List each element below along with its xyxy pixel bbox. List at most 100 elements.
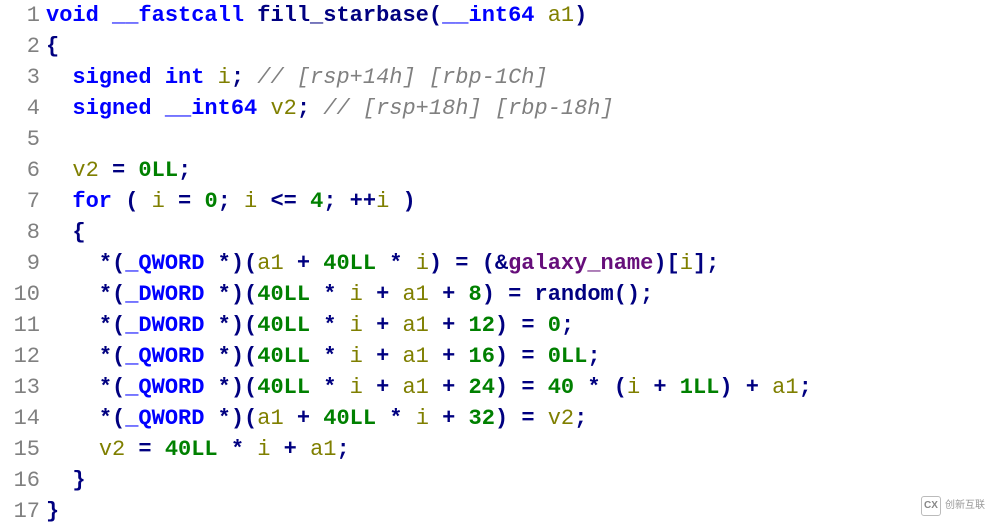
code-line[interactable]: 3 signed int i; // [rsp+14h] [rbp-1Ch] xyxy=(0,62,993,93)
local-var: i xyxy=(627,375,640,400)
code-line[interactable]: 2{ xyxy=(0,31,993,62)
number: 0LL xyxy=(138,158,178,183)
code-text[interactable]: { xyxy=(46,31,993,62)
code-line[interactable]: 4 signed __int64 v2; // [rsp+18h] [rbp-1… xyxy=(0,93,993,124)
function-call: random xyxy=(535,282,614,307)
local-var: v2 xyxy=(548,406,574,431)
keyword: void xyxy=(46,3,99,28)
function-name: fill_starbase xyxy=(257,3,429,28)
code-text[interactable]: *(_QWORD *)(40LL * i + a1 + 16) = 0LL; xyxy=(46,341,993,372)
number: 40 xyxy=(548,375,574,400)
keyword: signed xyxy=(72,65,151,90)
code-text[interactable]: for ( i = 0; i <= 4; ++i ) xyxy=(46,186,993,217)
number: 24 xyxy=(469,375,495,400)
code-line[interactable]: 12 *(_QWORD *)(40LL * i + a1 + 16) = 0LL… xyxy=(0,341,993,372)
code-text[interactable]: signed int i; // [rsp+14h] [rbp-1Ch] xyxy=(46,62,993,93)
code-text[interactable]: v2 = 40LL * i + a1; xyxy=(46,434,993,465)
line-number: 16 xyxy=(0,465,46,496)
local-var: i xyxy=(257,437,270,462)
number: 40LL xyxy=(165,437,218,462)
code-text[interactable]: *(_QWORD *)(40LL * i + a1 + 24) = 40 * (… xyxy=(46,372,993,403)
number: 40LL xyxy=(257,282,310,307)
code-text[interactable]: signed __int64 v2; // [rsp+18h] [rbp-18h… xyxy=(46,93,993,124)
number: 1LL xyxy=(680,375,720,400)
line-number: 12 xyxy=(0,341,46,372)
watermark: CX 创新互联 xyxy=(921,490,985,521)
parameter: a1 xyxy=(548,3,574,28)
code-line[interactable]: 5 xyxy=(0,124,993,155)
number: 0LL xyxy=(548,344,588,369)
code-text[interactable]: void __fastcall fill_starbase(__int64 a1… xyxy=(46,0,993,31)
line-number: 15 xyxy=(0,434,46,465)
code-text[interactable]: } xyxy=(46,465,993,496)
local-var: v2 xyxy=(270,96,296,121)
keyword: signed xyxy=(72,96,151,121)
code-text[interactable]: *(_QWORD *)(a1 + 40LL * i + 32) = v2; xyxy=(46,403,993,434)
code-line[interactable]: 11 *(_DWORD *)(40LL * i + a1 + 12) = 0; xyxy=(0,310,993,341)
code-line[interactable]: 8 { xyxy=(0,217,993,248)
line-number: 7 xyxy=(0,186,46,217)
local-var: i xyxy=(680,251,693,276)
global-var: galaxy_name xyxy=(508,251,653,276)
number: 32 xyxy=(469,406,495,431)
code-line[interactable]: 9 *(_QWORD *)(a1 + 40LL * i) = (&galaxy_… xyxy=(0,248,993,279)
number: 8 xyxy=(469,282,482,307)
code-line[interactable]: 15 v2 = 40LL * i + a1; xyxy=(0,434,993,465)
local-var: v2 xyxy=(72,158,98,183)
type: _QWORD xyxy=(125,406,204,431)
keyword: int xyxy=(165,65,205,90)
comment: // [rsp+14h] [rbp-1Ch] xyxy=(257,65,547,90)
parameter: a1 xyxy=(257,251,283,276)
parameter: a1 xyxy=(402,313,428,338)
code-text[interactable]: *(_DWORD *)(40LL * i + a1 + 8) = random(… xyxy=(46,279,993,310)
line-number: 5 xyxy=(0,124,46,155)
number: 40LL xyxy=(257,344,310,369)
number: 40LL xyxy=(323,406,376,431)
type: _QWORD xyxy=(125,251,204,276)
code-line[interactable]: 7 for ( i = 0; i <= 4; ++i ) xyxy=(0,186,993,217)
watermark-text: 创新互联 xyxy=(945,490,985,521)
number: 0 xyxy=(548,313,561,338)
local-var: i xyxy=(350,313,363,338)
line-number: 13 xyxy=(0,372,46,403)
number: 40LL xyxy=(323,251,376,276)
code-viewport[interactable]: 1void __fastcall fill_starbase(__int64 a… xyxy=(0,0,993,527)
code-text[interactable] xyxy=(46,124,993,155)
comment: // [rsp+18h] [rbp-18h] xyxy=(323,96,613,121)
local-var: i xyxy=(350,344,363,369)
code-text[interactable]: { xyxy=(46,217,993,248)
watermark-icon: CX xyxy=(921,496,941,516)
number: 4 xyxy=(310,189,323,214)
code-text[interactable]: v2 = 0LL; xyxy=(46,155,993,186)
code-line[interactable]: 10 *(_DWORD *)(40LL * i + a1 + 8) = rand… xyxy=(0,279,993,310)
line-number: 10 xyxy=(0,279,46,310)
line-number: 2 xyxy=(0,31,46,62)
local-var: v2 xyxy=(99,437,125,462)
keyword: __int64 xyxy=(165,96,257,121)
type: _QWORD xyxy=(125,375,204,400)
parameter: a1 xyxy=(402,282,428,307)
code-text[interactable]: } xyxy=(46,496,993,527)
code-line[interactable]: 16 } xyxy=(0,465,993,496)
line-number: 3 xyxy=(0,62,46,93)
code-line[interactable]: 17} xyxy=(0,496,993,527)
line-number: 8 xyxy=(0,217,46,248)
code-line[interactable]: 13 *(_QWORD *)(40LL * i + a1 + 24) = 40 … xyxy=(0,372,993,403)
number: 40LL xyxy=(257,375,310,400)
type: _DWORD xyxy=(125,282,204,307)
code-line[interactable]: 6 v2 = 0LL; xyxy=(0,155,993,186)
parameter: a1 xyxy=(257,406,283,431)
code-line[interactable]: 14 *(_QWORD *)(a1 + 40LL * i + 32) = v2; xyxy=(0,403,993,434)
line-number: 6 xyxy=(0,155,46,186)
line-number: 1 xyxy=(0,0,46,31)
parameter: a1 xyxy=(310,437,336,462)
local-var: i xyxy=(416,251,429,276)
code-line[interactable]: 1void __fastcall fill_starbase(__int64 a… xyxy=(0,0,993,31)
code-text[interactable]: *(_QWORD *)(a1 + 40LL * i) = (&galaxy_na… xyxy=(46,248,993,279)
parameter: a1 xyxy=(402,344,428,369)
number: 40LL xyxy=(257,313,310,338)
code-text[interactable]: *(_DWORD *)(40LL * i + a1 + 12) = 0; xyxy=(46,310,993,341)
local-var: i xyxy=(350,282,363,307)
line-number: 11 xyxy=(0,310,46,341)
number: 0 xyxy=(204,189,217,214)
